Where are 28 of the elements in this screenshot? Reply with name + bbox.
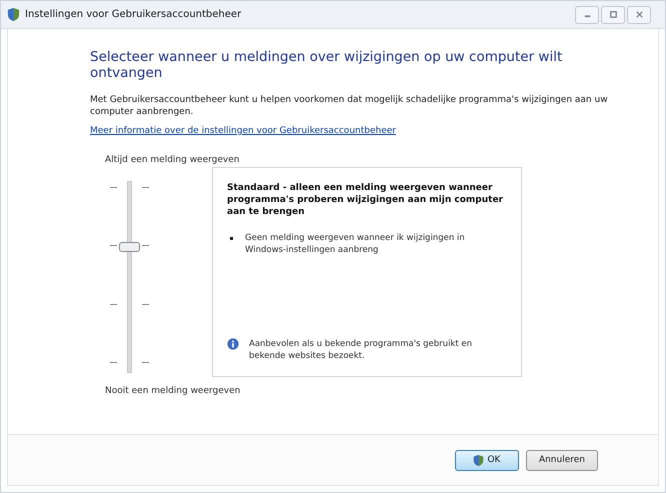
tick-mark <box>142 362 149 363</box>
tick-mark <box>142 245 149 246</box>
bullet-icon <box>230 237 233 240</box>
tick-mark <box>142 187 149 188</box>
maximize-icon <box>608 10 618 19</box>
tick-mark <box>110 362 117 363</box>
slider-bottom-label: Nooit een melding weergeven <box>105 386 242 396</box>
intro-text: Met Gebruikersaccountbeheer kunt u helpen voorkomen dat mogelijk schadelijke programma's wijzigingen aan uw computer aanbrengen. <box>90 94 609 118</box>
tick-mark <box>142 304 149 305</box>
tick-mark <box>110 245 117 246</box>
tick-mark <box>110 187 117 188</box>
recommendation-text: Aanbevolen als u bekende programma's gebruikt en bekende websites bezoekt. <box>249 338 474 362</box>
shield-icon <box>473 454 484 466</box>
info-link[interactable]: Meer informatie over de instellingen voor Gebruikersaccountbeheer <box>90 125 396 137</box>
maximize-button[interactable] <box>601 6 625 24</box>
shield-icon <box>7 7 20 22</box>
level-title: Standaard - alleen een melding weergeven wanneer programma's proberen wijzigingen aan mijn computer aan te brengen <box>227 182 504 218</box>
close-button[interactable] <box>627 6 651 24</box>
slider-top-label: Altijd een melding weergeven <box>105 155 240 165</box>
ok-button[interactable]: OK <box>454 450 519 470</box>
slider-thumb[interactable] <box>119 242 140 252</box>
page-heading: Selecteer wanneer u meldingen over wijzigingen op uw computer wilt ontvangen <box>90 49 564 81</box>
bullet-text: Geen melding weergeven wanneer ik wijzigingen in Windows-instellingen aanbreng <box>245 232 466 256</box>
info-icon <box>227 338 239 350</box>
close-icon <box>634 10 644 19</box>
window-title: Instellingen voor Gebruikersaccountbeheer <box>25 9 242 20</box>
cancel-button[interactable]: Annuleren <box>526 450 598 470</box>
tick-mark <box>110 304 117 305</box>
